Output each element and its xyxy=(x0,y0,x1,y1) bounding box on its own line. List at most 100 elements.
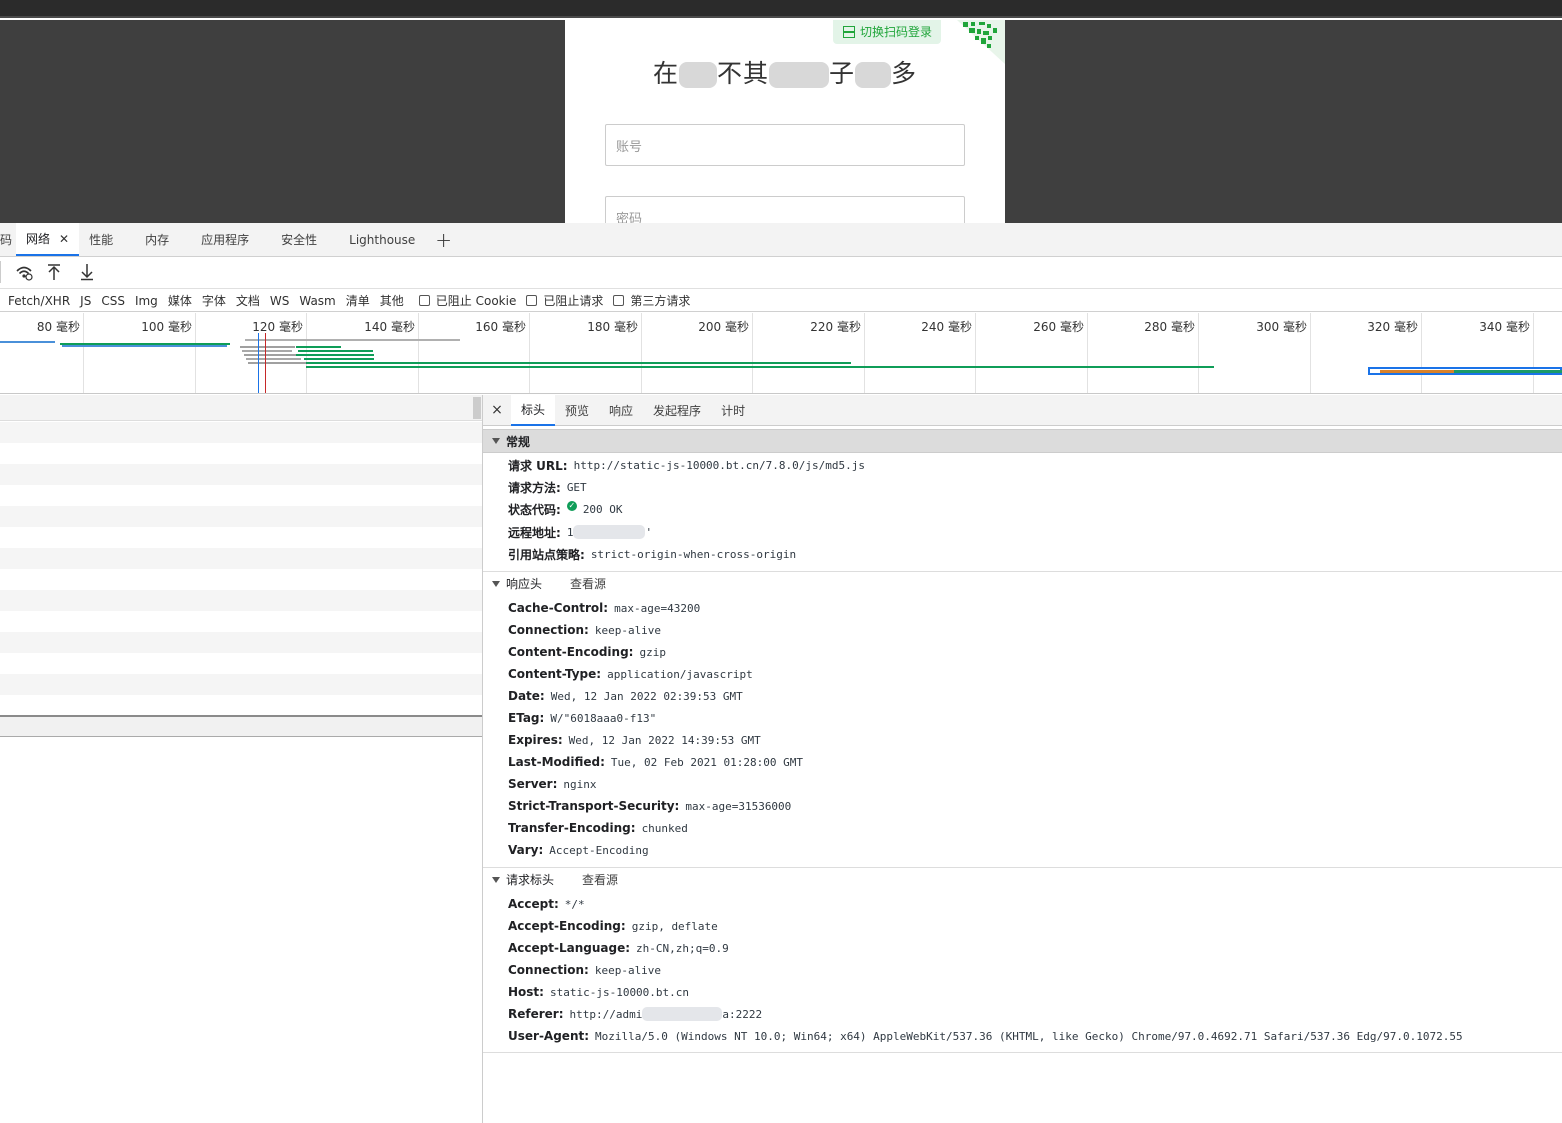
header-row: Expires: Wed, 12 Jan 2022 14:39:53 GMT xyxy=(508,729,761,751)
request-row[interactable] xyxy=(0,674,482,695)
header-key: Last-Modified: xyxy=(508,755,605,769)
tab-partial[interactable]: 码 xyxy=(0,223,16,256)
close-icon[interactable]: ✕ xyxy=(59,232,69,246)
header-key: Date: xyxy=(508,689,545,703)
tab-response[interactable]: 响应 xyxy=(599,395,643,426)
header-row: Referer: http://admi a:2222 xyxy=(508,1003,762,1025)
redacted-blur xyxy=(573,525,646,539)
wifi-throttle-icon[interactable] xyxy=(14,263,34,283)
section-title: 常规 xyxy=(506,434,531,449)
filter-fetch-xhr[interactable]: Fetch/XHR xyxy=(3,294,75,308)
tab-initiator[interactable]: 发起程序 xyxy=(643,395,711,426)
request-row[interactable] xyxy=(0,548,482,569)
checkbox-box[interactable] xyxy=(418,295,430,306)
third-party-checkbox[interactable]: 第三方请求 xyxy=(613,292,690,309)
tab-label: 网络 xyxy=(26,232,51,246)
section-title: 响应头 xyxy=(506,577,543,591)
blocked-cookies-checkbox[interactable]: 已阻止 Cookie xyxy=(418,292,516,309)
request-row[interactable] xyxy=(0,569,482,590)
request-row[interactable] xyxy=(0,611,482,632)
header-value: W/"6018aaa0-f13" xyxy=(550,711,657,725)
header-value: Accept-Encoding xyxy=(549,843,649,857)
filter-wasm[interactable]: Wasm xyxy=(294,294,340,308)
general-section-header[interactable]: 常规 xyxy=(483,429,1562,453)
request-row[interactable] xyxy=(0,527,482,548)
selected-request-bar[interactable] xyxy=(1368,367,1562,375)
header-key: Connection: xyxy=(508,963,589,977)
header-row: Transfer-Encoding: chunked xyxy=(508,817,688,839)
add-tab-button[interactable]: + xyxy=(425,228,462,252)
scrollbar[interactable] xyxy=(473,397,481,419)
waterfall-bar xyxy=(240,346,295,348)
qr-login-switch[interactable]: 切换扫码登录 xyxy=(833,20,941,44)
tab-lighthouse[interactable]: Lighthouse xyxy=(339,223,425,256)
tab-performance[interactable]: 性能 xyxy=(79,223,123,256)
request-row[interactable] xyxy=(0,590,482,611)
request-row[interactable] xyxy=(0,464,482,485)
header-value: zh-CN,zh;q=0.9 xyxy=(636,941,729,955)
filter-img[interactable]: Img xyxy=(130,294,163,308)
timeline-tick-label: 300 毫秒 xyxy=(1256,320,1307,334)
password-field[interactable]: 密码 xyxy=(605,196,965,223)
network-overview[interactable]: 80 毫秒 100 毫秒 120 毫秒 140 毫秒 160 毫秒 180 毫秒 200 毫… xyxy=(0,313,1562,394)
tab-application[interactable]: 应用程序 xyxy=(191,223,259,256)
timeline-gridline xyxy=(864,313,865,393)
tab-headers[interactable]: 标头 xyxy=(511,394,556,426)
response-headers-section-header[interactable]: 响应头 查看源 xyxy=(483,571,1562,595)
blocked-requests-checkbox[interactable]: 已阻止请求 xyxy=(526,292,603,309)
request-list[interactable] xyxy=(0,395,483,1123)
timeline-gridline xyxy=(529,313,530,393)
checkbox-label: 已阻止请求 xyxy=(543,294,604,308)
account-field[interactable]: 账号 xyxy=(605,124,965,166)
header-key: 请求 URL: xyxy=(508,458,568,473)
triangle-down-icon xyxy=(492,876,500,883)
timeline-gridline xyxy=(641,313,642,393)
checkbox-box[interactable] xyxy=(526,295,538,306)
header-key: Transfer-Encoding: xyxy=(508,821,636,835)
filter-doc[interactable]: 文档 xyxy=(231,292,265,309)
login-title: 在 不其 子 多 xyxy=(565,54,1005,90)
header-value: keep-alive xyxy=(594,623,662,637)
triangle-down-icon xyxy=(492,580,500,587)
upload-icon[interactable] xyxy=(44,263,64,283)
request-row[interactable] xyxy=(0,506,482,527)
request-row[interactable] xyxy=(0,485,482,506)
close-icon[interactable]: × xyxy=(483,402,511,418)
tab-preview[interactable]: 预览 xyxy=(555,395,599,426)
request-row[interactable] xyxy=(0,653,482,674)
request-row[interactable] xyxy=(0,422,482,443)
request-row[interactable] xyxy=(0,695,482,716)
section-divider xyxy=(483,1052,1562,1053)
filter-js[interactable]: JS xyxy=(75,294,96,308)
filter-media[interactable]: 媒体 xyxy=(163,292,197,309)
view-source-link[interactable]: 查看源 xyxy=(582,871,618,888)
request-headers-section-header[interactable]: 请求标头 查看源 xyxy=(483,867,1562,891)
filter-manifest[interactable]: 清单 xyxy=(341,292,375,309)
request-row[interactable] xyxy=(0,632,482,653)
filter-css[interactable]: CSS xyxy=(96,294,130,308)
request-row[interactable] xyxy=(0,443,482,464)
tab-timing[interactable]: 计时 xyxy=(711,395,755,426)
tab-memory[interactable]: 内存 xyxy=(135,223,179,256)
waiting-segment xyxy=(1380,370,1454,373)
timeline-gridline xyxy=(975,313,976,393)
waterfall-bar xyxy=(306,366,1214,368)
waterfall-bar xyxy=(246,358,301,360)
timeline-tick-label: 100 毫秒 xyxy=(141,320,192,334)
timeline-gridline xyxy=(752,313,753,393)
header-key: Server: xyxy=(508,777,558,791)
tab-security[interactable]: 安全性 xyxy=(271,223,327,256)
header-value: 200 OK xyxy=(582,502,623,516)
filter-ws[interactable]: WS xyxy=(265,294,294,308)
checkbox-box[interactable] xyxy=(613,295,625,306)
header-value: keep-alive xyxy=(594,963,662,977)
waterfall-bar xyxy=(0,341,55,343)
filter-other[interactable]: 其他 xyxy=(375,292,409,309)
tab-network[interactable]: 网络 ✕ xyxy=(16,223,80,256)
download-icon[interactable] xyxy=(77,263,97,283)
filter-font[interactable]: 字体 xyxy=(197,292,231,309)
checkbox-label: 第三方请求 xyxy=(630,294,691,308)
header-row: 请求方法: GET xyxy=(508,476,587,498)
devtools-tab-strip: 码 网络 ✕ 性能 内存 应用程序 安全性 Lighthouse + xyxy=(0,223,1562,257)
view-source-link[interactable]: 查看源 xyxy=(570,575,606,592)
